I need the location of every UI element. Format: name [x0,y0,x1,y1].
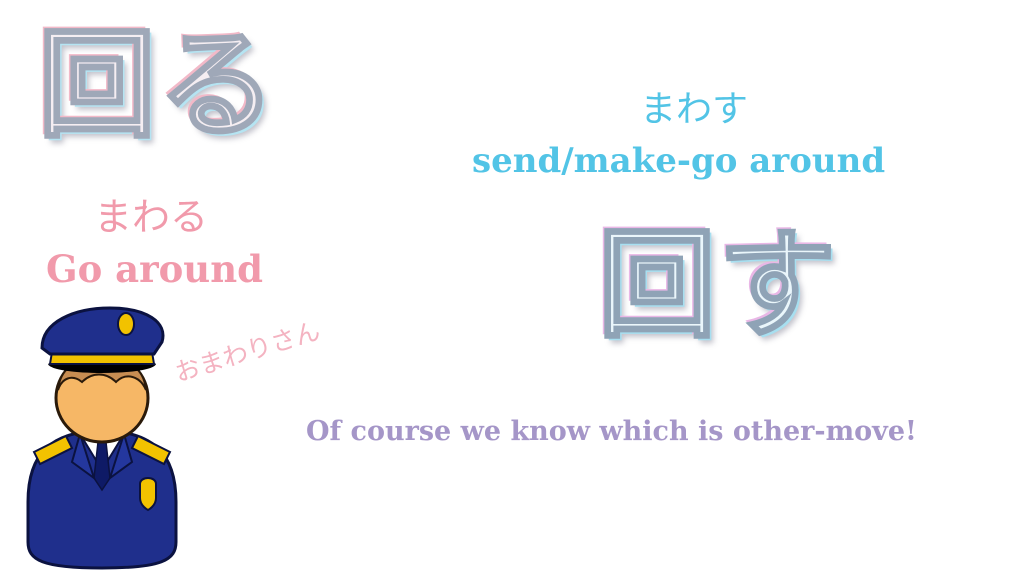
reading-mawaru: まわる [94,195,209,239]
reading-mawasu: まわす [640,89,749,130]
omawarisan-label: おまわりさん [171,315,324,388]
meaning-mawaru: Go around [46,247,263,291]
kanji-mawasu: 回す [596,216,839,354]
police-officer-icon [22,302,182,574]
footer-note: Of course we know which is other-move! [306,416,917,447]
kanji-mawaru: 回る [36,16,279,154]
meaning-mawasu: send/make-go around [472,141,886,181]
